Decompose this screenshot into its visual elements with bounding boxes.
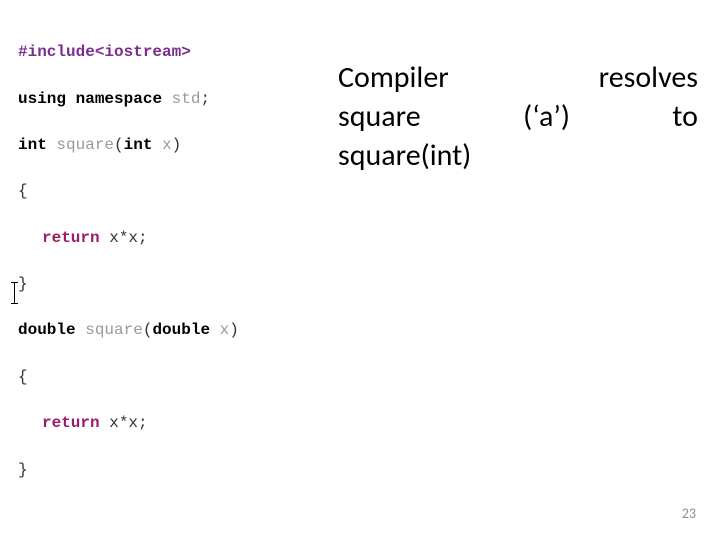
brace-open-token: { [18, 182, 28, 200]
expr-token: x*x [109, 414, 138, 432]
text-cursor-icon [14, 283, 15, 303]
caption-text: Compiler resolves square (‘a’) to square… [338, 58, 698, 175]
code-line: return x*x; [18, 412, 318, 435]
punct-token: ; [200, 90, 210, 108]
punct-token: ( [143, 321, 153, 339]
punct-token: ; [138, 414, 148, 432]
code-line: } [18, 273, 318, 296]
keyword-token: namespace [76, 90, 162, 108]
brace-open-token: { [18, 368, 28, 386]
code-line: double square(double x) [18, 319, 318, 342]
punct-token: ( [114, 136, 124, 154]
brace-close-token: } [18, 461, 28, 479]
caption-word: (‘a’) [523, 97, 570, 136]
code-block: #include<iostream> using namespace std; … [18, 18, 318, 540]
code-line [18, 505, 318, 528]
expr-token: x*x [109, 229, 138, 247]
caption-word: square [338, 97, 421, 136]
page-number: 23 [682, 505, 696, 522]
caption-row: square(int) [338, 136, 698, 175]
header-token: <iostream> [95, 43, 191, 61]
punct-token: ) [172, 136, 182, 154]
slide: #include<iostream> using namespace std; … [0, 0, 720, 540]
caption-word: resolves [599, 58, 698, 97]
type-token: int [18, 136, 47, 154]
param-token: x [220, 321, 230, 339]
code-line: { [18, 366, 318, 389]
punct-token: ; [138, 229, 148, 247]
code-line: int square(int x) [18, 134, 318, 157]
punct-token: ) [229, 321, 239, 339]
code-line: #include<iostream> [18, 41, 318, 64]
function-name-token: square [56, 136, 114, 154]
identifier-token: std [172, 90, 201, 108]
function-name-token: square [85, 321, 143, 339]
code-line: using namespace std; [18, 88, 318, 111]
keyword-token: return [42, 414, 100, 432]
type-token: double [18, 321, 76, 339]
caption-word: square(int) [338, 136, 471, 175]
type-token: double [152, 321, 210, 339]
keyword-token: using [18, 90, 66, 108]
param-token: x [162, 136, 172, 154]
brace-close-token: } [18, 275, 28, 293]
code-line: } [18, 459, 318, 482]
keyword-token: return [42, 229, 100, 247]
caption-word: Compiler [338, 58, 449, 97]
type-token: int [124, 136, 153, 154]
preprocessor-token: #include [18, 43, 95, 61]
caption-row: Compiler resolves [338, 58, 698, 97]
caption-word: to [672, 97, 698, 136]
code-line: { [18, 180, 318, 203]
caption-row: square (‘a’) to [338, 97, 698, 136]
code-line: return x*x; [18, 227, 318, 250]
